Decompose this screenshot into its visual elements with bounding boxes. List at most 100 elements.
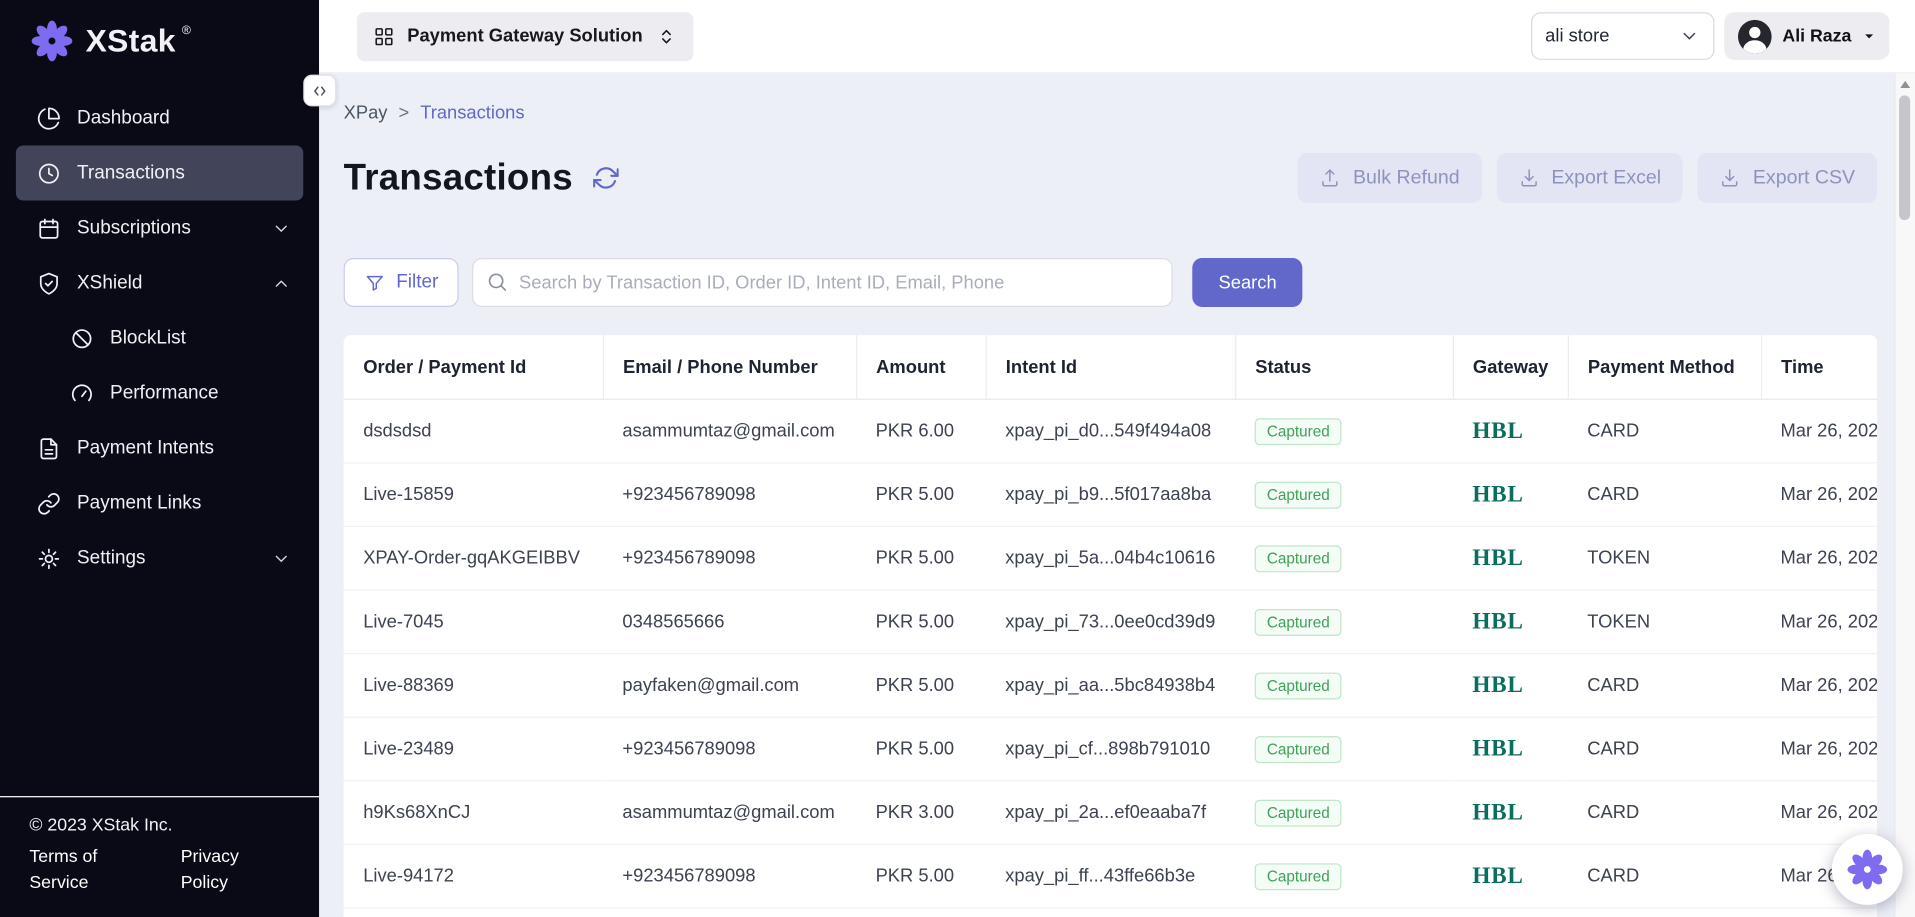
scrollbar-thumb[interactable] [1899,95,1910,220]
filter-button[interactable]: Filter [344,258,460,307]
grid-icon [373,25,395,47]
cell-gateway: HBL [1453,399,1568,463]
privacy-policy-link[interactable]: Privacy Policy [181,844,290,897]
search-icon [486,270,509,293]
document-icon [37,436,61,460]
terms-of-service-link[interactable]: Terms of Service [29,844,160,897]
cell-payment-method: CARD [1568,844,1761,908]
cell-status: Captured [1235,399,1453,463]
sidebar-item-label: Dashboard [77,107,170,129]
sidebar-footer: © 2023 XStak Inc. Terms of Service Priva… [0,796,319,917]
status-badge: Captured [1255,545,1342,572]
status-badge: Captured [1255,481,1342,508]
user-menu[interactable]: Ali Raza [1724,12,1890,60]
floating-xstak-widget-button[interactable] [1832,834,1903,905]
status-badge: Captured [1255,672,1342,699]
table-row[interactable]: Live-94172 +923456789098 PKR 5.00 xpay_p… [344,844,1877,908]
app-switcher-label: Payment Gateway Solution [407,26,642,47]
cell-amount: PKR 6.00 [856,399,986,463]
refresh-button[interactable] [591,163,622,194]
table-row[interactable]: h9Ks68XnCJ asammumtaz@gmail.com PKR 3.00… [344,781,1877,845]
brand: XStak ® [0,0,319,79]
column-header: Order / Payment Id [344,335,603,399]
cell-amount: PKR 3.00 [856,781,986,845]
store-selector[interactable]: ali store [1531,12,1714,60]
sidebar-item-settings[interactable]: Settings [16,531,303,586]
cell-time: Mar 26, 202 [1761,654,1877,718]
refresh-icon [594,165,620,191]
cell-contact: 0348565666 [603,590,856,654]
sidebar-item-subscriptions[interactable]: Subscriptions [16,201,303,256]
table-row[interactable]: dsdsdsd asammumtaz@gmail.com PKR 6.00 xp… [344,399,1877,463]
breadcrumb-transactions[interactable]: Transactions [420,103,524,124]
cell-intent-id: xpay_pi_d0...549f494a08 [986,399,1235,463]
hbl-gateway-logo: HBL [1472,481,1523,507]
table-row[interactable]: Live-15859 +923456789098 PKR 5.00 xpay_p… [344,463,1877,527]
sidebar-item-label: XShield [77,272,142,294]
table-row[interactable]: XPAY-Order-gqAKGEIBBV +923456789098 PKR … [344,526,1877,590]
vertical-scrollbar[interactable] [1894,73,1915,917]
cell-order-id: Live-15859 [344,463,603,527]
blocklist-icon [70,326,94,350]
cell-status: Captured [1235,590,1453,654]
sidebar-collapse-button[interactable] [303,75,336,107]
link-icon [37,491,61,515]
export-excel-button[interactable]: Export Excel [1496,153,1683,203]
up-down-chevron-icon [655,25,677,47]
sidebar-item-blocklist[interactable]: BlockList [16,311,303,366]
sidebar-item-label: Payment Links [77,492,201,514]
cell-amount: PKR 5.00 [856,526,986,590]
brand-name: XStak [86,22,176,60]
cell-amount: PKR 5.00 [856,717,986,781]
sidebar-item-payment-intents[interactable]: Payment Intents [16,421,303,476]
sidebar: XStak ® Dashboard Transactions Subscript… [0,0,319,917]
cell-order-id: Live-88369 [344,654,603,718]
sidebar-item-label: Payment Intents [77,437,214,459]
export-csv-button[interactable]: Export CSV [1698,153,1877,203]
cell-contact: +923456789098 [603,844,856,908]
sidebar-item-label: BlockList [110,327,186,349]
cell-contact: payfaken@gmail.com [603,654,856,718]
hbl-gateway-logo: HBL [1472,608,1523,634]
transactions-icon [37,161,61,185]
brand-trademark: ® [182,24,191,37]
search-button[interactable]: Search [1193,258,1302,307]
table-row-partial[interactable] [344,908,1877,917]
sidebar-item-performance[interactable]: Performance [16,366,303,421]
download-icon [1518,168,1539,189]
breadcrumb: XPay > Transactions [344,103,1877,124]
cell-gateway: HBL [1453,590,1568,654]
breadcrumb-xpay[interactable]: XPay [344,103,388,124]
cell-contact: asammumtaz@gmail.com [603,781,856,845]
cell-time: Mar 26, 202 [1761,590,1877,654]
status-badge: Captured [1255,418,1342,445]
sidebar-nav: Dashboard Transactions Subscriptions XSh… [0,79,319,795]
bulk-refund-button[interactable]: Bulk Refund [1298,153,1482,203]
xstak-flower-icon [1845,847,1889,891]
cell-time: Mar 26, 202 [1761,717,1877,781]
sidebar-item-payment-links[interactable]: Payment Links [16,476,303,531]
status-badge: Captured [1255,608,1342,635]
copyright-text: © 2023 XStak Inc. [29,813,289,840]
cell-status: Captured [1235,844,1453,908]
table-row[interactable]: Live-88369 payfaken@gmail.com PKR 5.00 x… [344,654,1877,718]
export-csv-label: Export CSV [1753,167,1855,189]
app-switcher-button[interactable]: Payment Gateway Solution [357,12,693,61]
column-header: Gateway [1453,335,1568,399]
table-row[interactable]: Live-7045 0348565666 PKR 5.00 xpay_pi_73… [344,590,1877,654]
xstak-logo-icon [29,18,74,63]
cell-intent-id: xpay_pi_b9...5f017aa8ba [986,463,1235,527]
sidebar-item-label: Subscriptions [77,217,191,239]
search-input[interactable] [473,258,1174,307]
hbl-gateway-logo: HBL [1472,545,1523,571]
table-row[interactable]: Live-23489 +923456789098 PKR 5.00 xpay_p… [344,717,1877,781]
scrollbar-up-arrow-icon[interactable] [1900,81,1910,88]
column-header: Status [1235,335,1453,399]
sidebar-item-xshield[interactable]: XShield [16,256,303,311]
sidebar-item-dashboard[interactable]: Dashboard [16,90,303,145]
sidebar-item-transactions[interactable]: Transactions [16,146,303,201]
cell-status: Captured [1235,654,1453,718]
cell-amount: PKR 5.00 [856,590,986,654]
cell-time: Mar 26, 202 [1761,463,1877,527]
performance-icon [70,381,94,405]
